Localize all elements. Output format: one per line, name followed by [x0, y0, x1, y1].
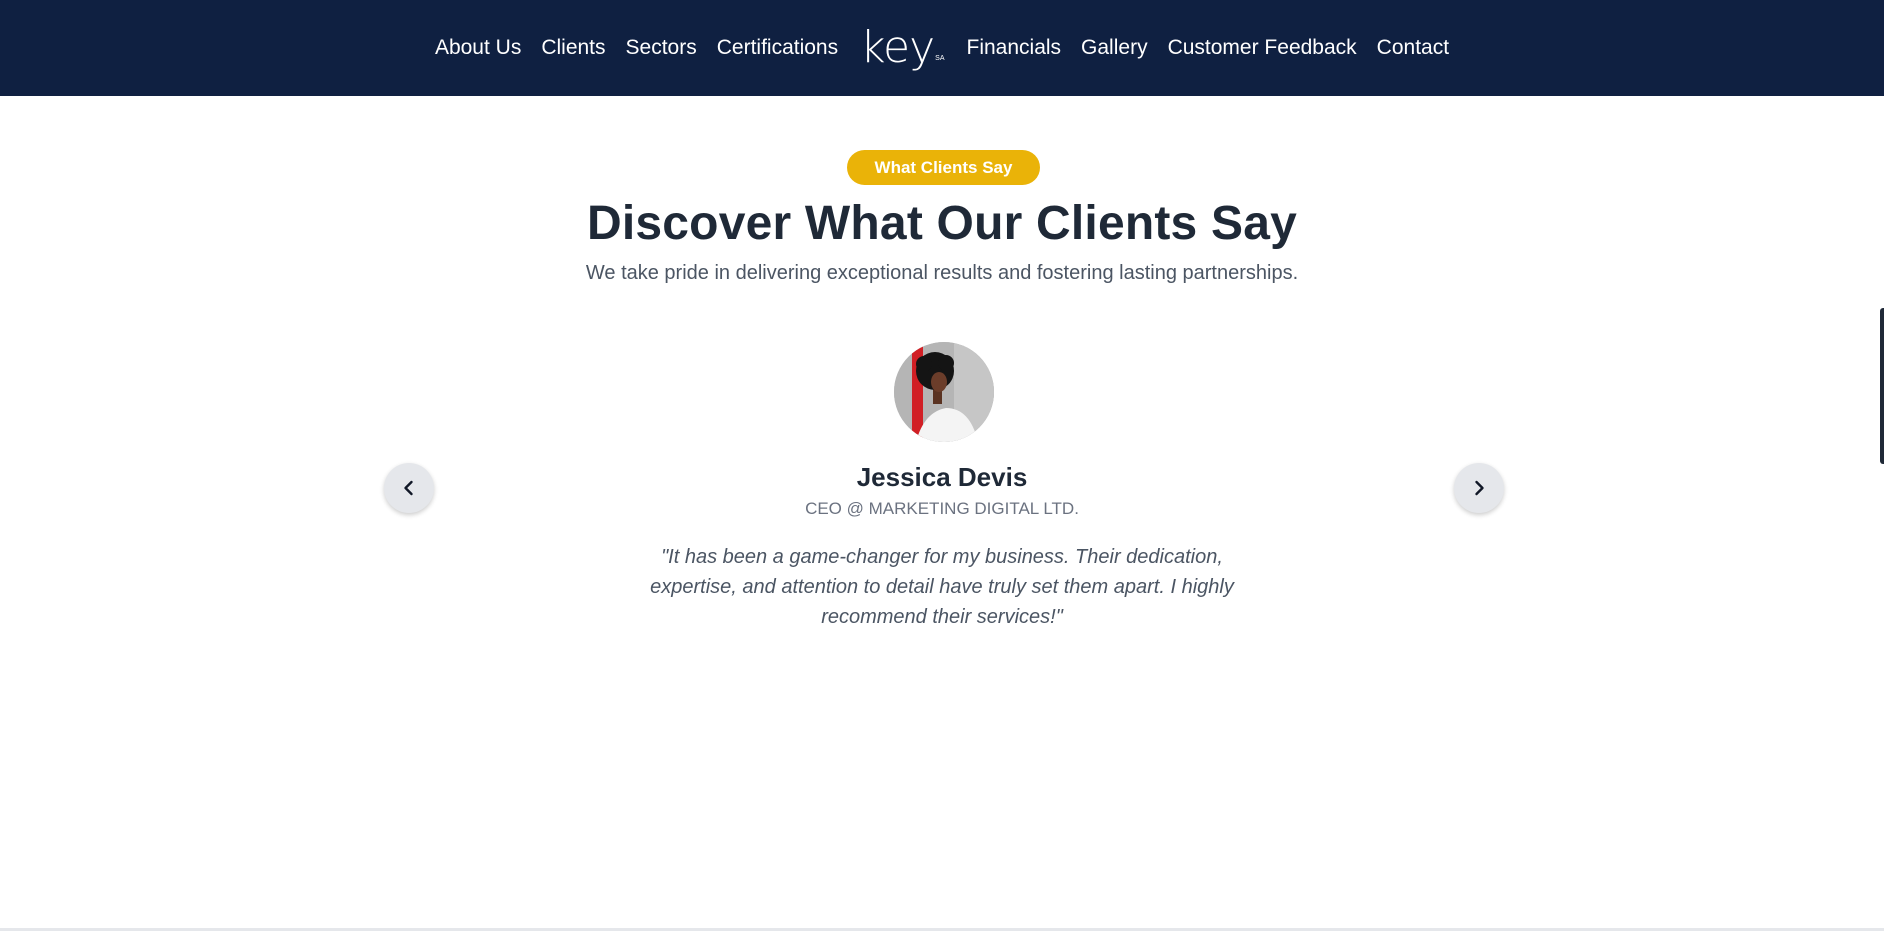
section-title: Discover What Our Clients Say [586, 197, 1297, 250]
nav-link-sectors[interactable]: Sectors [626, 36, 697, 60]
next-testimonial-button[interactable] [1454, 463, 1504, 513]
nav-link-financials[interactable]: Financials [967, 36, 1062, 60]
chevron-right-icon [1475, 480, 1484, 496]
site-logo[interactable]: key SA [860, 26, 944, 70]
logo-wordmark: key [860, 22, 935, 73]
testimonial-role: CEO @ MARKETING DIGITAL LTD. [805, 499, 1079, 518]
logo-suffix: SA [935, 55, 945, 62]
nav-link-certifications[interactable]: Certifications [717, 36, 838, 60]
nav-link-clients[interactable]: Clients [541, 36, 605, 60]
nav-right-group: Financials Gallery Customer Feedback Con… [957, 36, 1460, 60]
nav-link-contact[interactable]: Contact [1377, 36, 1449, 60]
portrait-image [894, 342, 994, 442]
previous-testimonial-button[interactable] [384, 463, 434, 513]
chevron-left-icon [404, 480, 413, 496]
nav-left-group: About Us Clients Sectors Certifications [425, 36, 848, 60]
nav-link-customer-feedback[interactable]: Customer Feedback [1168, 36, 1357, 60]
top-navbar: About Us Clients Sectors Certifications … [0, 0, 1884, 96]
testimonials-section: What Clients Say Discover What Our Clien… [0, 96, 1884, 928]
section-badge: What Clients Say [847, 150, 1040, 185]
nav-link-about-us[interactable]: About Us [435, 36, 521, 60]
section-subtitle: We take pride in delivering exceptional … [585, 262, 1299, 284]
side-scroll-tab[interactable] [1880, 308, 1884, 464]
testimonial-name: Jessica Devis [856, 462, 1028, 492]
testimonial-avatar [894, 342, 994, 442]
nav-link-gallery[interactable]: Gallery [1081, 36, 1148, 60]
testimonial-quote: "It has been a game-changer for my busin… [650, 546, 1234, 628]
